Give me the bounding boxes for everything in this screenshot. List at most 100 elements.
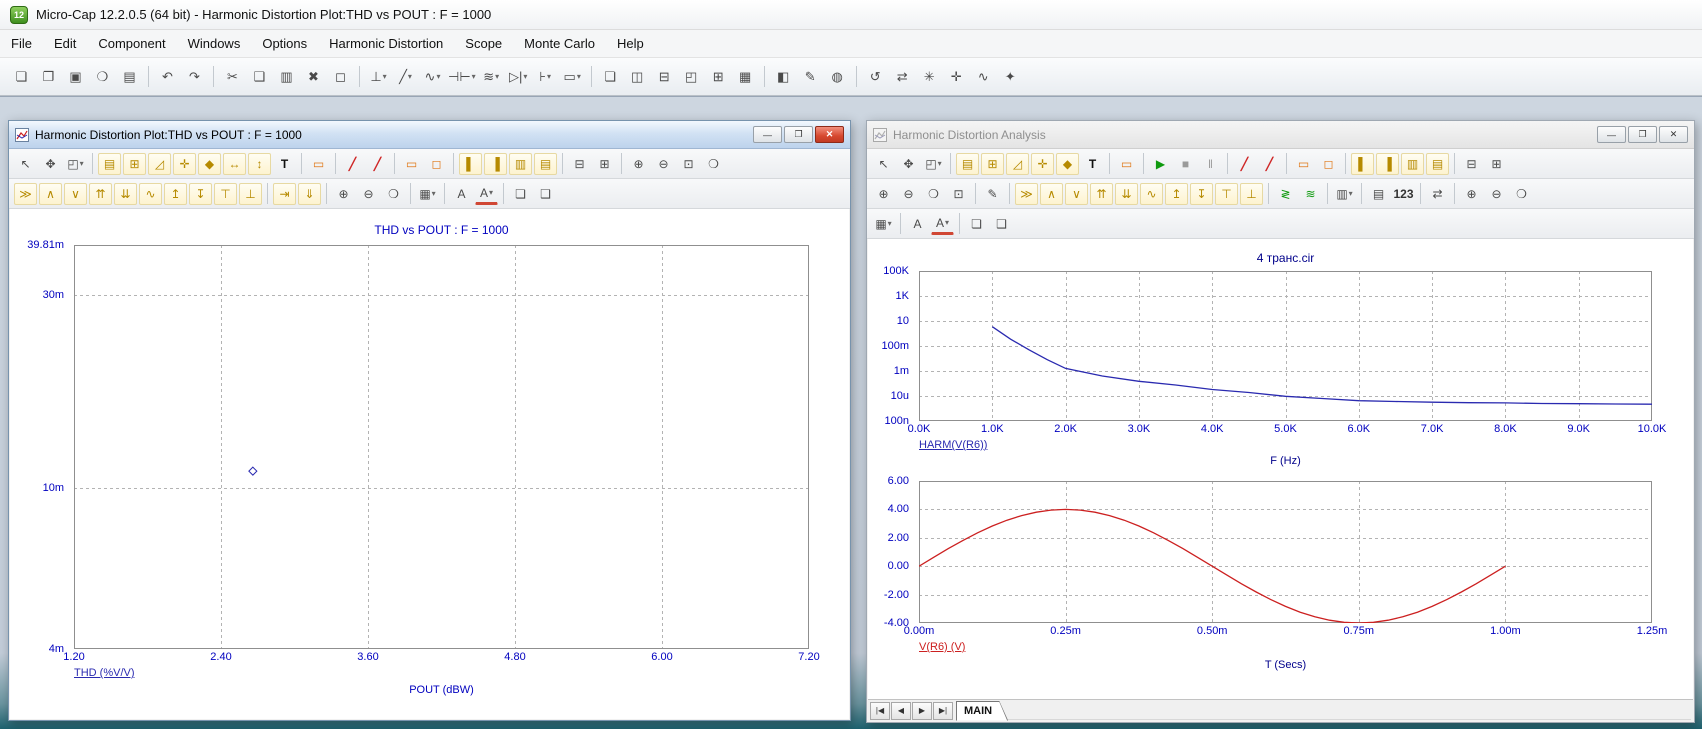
performance-windows-button[interactable]: ▭	[400, 153, 423, 175]
global-high-button[interactable]: ↥	[1165, 182, 1188, 205]
properties-button[interactable]: ▤	[98, 152, 121, 175]
panel-right-button[interactable]: ▐	[484, 152, 507, 175]
numeric-output-button[interactable]: ▤	[1367, 183, 1390, 205]
bottom-button[interactable]: ⊥	[239, 182, 262, 205]
inflection-button[interactable]: ∿	[139, 182, 162, 205]
font-button[interactable]: A	[450, 183, 473, 205]
slideshow-button[interactable]: ◻	[425, 153, 448, 175]
menu-edit[interactable]: Edit	[43, 30, 87, 57]
minimize-button[interactable]: —	[1597, 126, 1626, 143]
zoom-fit-button[interactable]: ❍	[702, 153, 725, 175]
tile-plots-vertical-button[interactable]: ▥	[1401, 152, 1424, 175]
valley-button[interactable]: ∨	[64, 182, 87, 205]
probe-red-1-button[interactable]: ╱	[341, 153, 364, 175]
text-mode-button[interactable]: T	[1081, 153, 1104, 175]
performance-windows-button[interactable]: ▭	[1292, 153, 1315, 175]
top-button[interactable]: ⊤	[214, 182, 237, 205]
tile-plots-horizontal-button[interactable]: ▤	[1426, 152, 1449, 175]
select-mode-button[interactable]: ↖	[14, 153, 37, 175]
vertical-tag-button[interactable]: ↕	[248, 152, 271, 175]
grid-options-button[interactable]: ▦	[416, 183, 439, 205]
horizontal-tag-button[interactable]: ↔	[223, 152, 246, 175]
print-button[interactable]: ▤	[117, 65, 142, 89]
analysis-window-titlebar[interactable]: Harmonic Distortion Analysis — ❐ ✕	[867, 121, 1694, 149]
zoom-out-button[interactable]: ⊖	[357, 183, 380, 205]
low-button[interactable]: ⇊	[114, 182, 137, 205]
waveform-buffer-button[interactable]: ▭	[307, 153, 330, 175]
add-scale-button[interactable]: ⊞	[981, 152, 1004, 175]
copy-window-button[interactable]: ❑	[990, 213, 1013, 235]
select-region-button[interactable]: ◻	[328, 65, 353, 89]
maximize-button[interactable]: ❐	[784, 126, 813, 143]
capacitor-button[interactable]: ⊣⊢	[447, 65, 477, 89]
inflection-button[interactable]: ∿	[1140, 182, 1163, 205]
run-button[interactable]: ▶	[1149, 153, 1172, 175]
panel-right-button[interactable]: ▐	[1376, 152, 1399, 175]
waveform-buffer-button[interactable]: ▭	[1115, 153, 1138, 175]
slideshow-button[interactable]: ◻	[1317, 153, 1340, 175]
point-tag-button[interactable]: ◆	[198, 152, 221, 175]
close-button[interactable]: ✕	[815, 126, 844, 143]
refresh-models-button[interactable]: ↺	[863, 65, 888, 89]
paste-waveform-button[interactable]: ▥	[1333, 183, 1356, 205]
global-low-button[interactable]: ↧	[189, 182, 212, 205]
save-file-button[interactable]: ▣	[63, 65, 88, 89]
waveform-order-button[interactable]: ≋	[1299, 183, 1322, 205]
sine-source-button[interactable]: ∿	[420, 65, 445, 89]
menu-component[interactable]: Component	[87, 30, 176, 57]
stepping-button[interactable]: ≷	[1274, 183, 1297, 205]
zoom-area-button[interactable]: ⊡	[947, 183, 970, 205]
split-vertical-button[interactable]: ⊞	[593, 153, 616, 175]
zoom-in-button[interactable]: ⊕	[332, 183, 355, 205]
tab-main[interactable]: MAIN	[956, 701, 1008, 721]
redo-button[interactable]: ↷	[182, 65, 207, 89]
peak-button[interactable]: ∧	[39, 182, 62, 205]
inductor-button[interactable]: ≋	[479, 65, 504, 89]
diode-button[interactable]: ▷|	[506, 65, 531, 89]
component-panel-button[interactable]: ◧	[771, 65, 796, 89]
wire-mode-button[interactable]: ╱	[393, 65, 418, 89]
select-mode-button[interactable]: ↖	[872, 153, 895, 175]
shape-editor-button[interactable]: ✎	[798, 65, 823, 89]
top-button[interactable]: ⊤	[1215, 182, 1238, 205]
edit-waveform-button[interactable]: ✎	[981, 183, 1004, 205]
probe-red-1-button[interactable]: ╱	[1233, 153, 1256, 175]
pan-mode-button[interactable]: ✥	[897, 153, 920, 175]
nav-last-button[interactable]: ▶|	[933, 701, 953, 720]
undo-button[interactable]: ↶	[155, 65, 180, 89]
pause-button[interactable]: ‖	[1199, 153, 1222, 175]
globe-browser-button[interactable]: ◍	[825, 65, 850, 89]
delete-button[interactable]: ✖	[301, 65, 326, 89]
zoom-auto-button[interactable]: ❍	[382, 183, 405, 205]
valley-button[interactable]: ∨	[1065, 182, 1088, 205]
plot-area[interactable]	[919, 481, 1652, 623]
go-to-y-button[interactable]: ⇓	[298, 182, 321, 205]
plot-area[interactable]	[74, 245, 809, 649]
panel-left-button[interactable]: ▌	[1351, 152, 1374, 175]
split-horizontal-button[interactable]: ⊟	[1460, 153, 1483, 175]
tile-horizontal-button[interactable]: ⊟	[652, 65, 677, 89]
settings-button[interactable]: ✳	[917, 65, 942, 89]
plot-window-titlebar[interactable]: Harmonic Distortion Plot:THD vs POUT : F…	[9, 121, 850, 149]
close-button[interactable]: ✕	[1659, 126, 1688, 143]
cursor-mode-button[interactable]: ✛	[1031, 152, 1054, 175]
nav-first-button[interactable]: |◀	[870, 701, 890, 720]
properties-button[interactable]: ▤	[956, 152, 979, 175]
probe-red-2-button[interactable]: ╱	[1258, 153, 1281, 175]
menu-harmonic-distortion[interactable]: Harmonic Distortion	[318, 30, 454, 57]
new-file-button[interactable]: ❏	[9, 65, 34, 89]
series-legend[interactable]: THD (%V/V)	[74, 667, 135, 679]
copy-window-button[interactable]: ❑	[534, 183, 557, 205]
grid-options-button[interactable]: ▦	[872, 213, 895, 235]
series-legend[interactable]: HARM(V(R6))	[919, 439, 987, 451]
high-button[interactable]: ⇈	[89, 182, 112, 205]
point-tag-button[interactable]: ◆	[1056, 152, 1079, 175]
zoom-mode-button[interactable]: ◰	[64, 153, 87, 175]
global-low-button[interactable]: ↧	[1190, 182, 1213, 205]
maximize-button[interactable]: ❐	[1628, 126, 1657, 143]
cursor-mode-button[interactable]: ✛	[173, 152, 196, 175]
bottom-button[interactable]: ⊥	[1240, 182, 1263, 205]
probe-mode-button[interactable]: ✛	[944, 65, 969, 89]
tile-plots-vertical-button[interactable]: ▥	[509, 152, 532, 175]
arrange-icons-button[interactable]: ⊞	[706, 65, 731, 89]
